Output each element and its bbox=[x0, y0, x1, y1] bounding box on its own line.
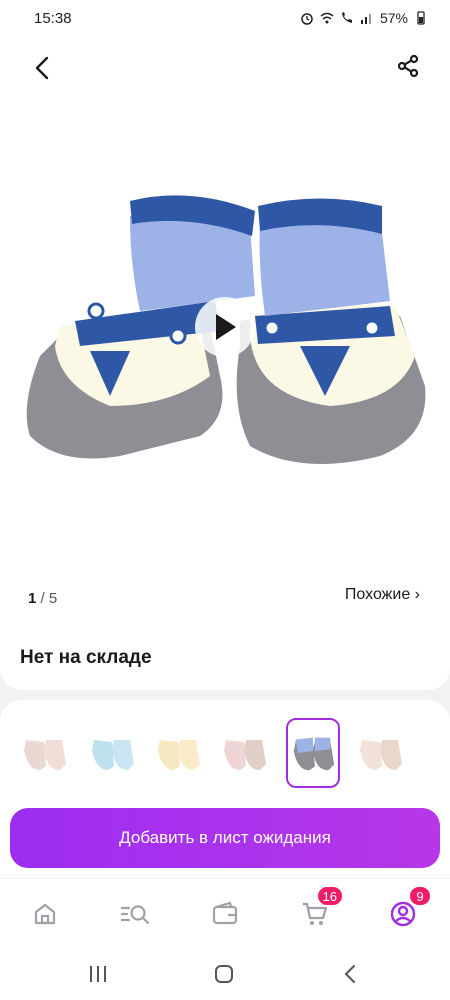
product-info-card: 1 / 5 Похожие › Нет на складе bbox=[0, 558, 450, 690]
status-time: 15:38 bbox=[34, 9, 72, 27]
wifi-icon bbox=[320, 12, 334, 24]
chevron-left-icon bbox=[35, 56, 49, 80]
status-bar: 15:38 57% bbox=[0, 0, 450, 36]
variant-thumbnail[interactable] bbox=[354, 720, 406, 784]
variant-thumbnail-selected[interactable] bbox=[286, 718, 340, 788]
system-navigation-bar bbox=[0, 944, 450, 1000]
profile-badge: 9 bbox=[408, 885, 432, 907]
nav-wallet[interactable] bbox=[208, 897, 242, 931]
variant-thumbnail[interactable] bbox=[86, 720, 138, 784]
nav-catalog-search[interactable] bbox=[118, 897, 152, 931]
battery-icon bbox=[417, 11, 425, 25]
image-counter-total: / 5 bbox=[40, 590, 58, 607]
search-catalog-icon bbox=[120, 905, 150, 925]
bottom-navigation: 16 9 bbox=[0, 878, 450, 944]
wallet-icon bbox=[212, 901, 238, 925]
nav-cart[interactable]: 16 bbox=[298, 885, 344, 931]
top-bar bbox=[0, 36, 450, 106]
cta-area: Добавить в лист ожидания bbox=[0, 796, 450, 878]
play-icon bbox=[216, 314, 236, 340]
back-system-icon bbox=[344, 965, 355, 983]
nav-home[interactable] bbox=[28, 897, 62, 931]
back-button[interactable] bbox=[26, 52, 58, 84]
home-system-button[interactable] bbox=[212, 962, 236, 986]
variant-thumbnail[interactable] bbox=[152, 720, 204, 784]
recent-apps-button[interactable] bbox=[86, 962, 110, 986]
image-counter-current: 1 bbox=[28, 590, 37, 607]
variant-thumbnail[interactable] bbox=[218, 720, 270, 784]
home-system-icon bbox=[215, 965, 233, 983]
color-variants bbox=[0, 700, 450, 800]
play-video-button[interactable] bbox=[195, 297, 255, 357]
status-icons: 57% bbox=[300, 10, 428, 26]
battery-percent: 57% bbox=[379, 10, 408, 26]
call-icon bbox=[341, 12, 352, 23]
product-image-gallery[interactable] bbox=[0, 106, 450, 558]
variant-thumbnail[interactable] bbox=[18, 720, 70, 784]
nav-profile[interactable]: 9 bbox=[386, 885, 432, 931]
stock-status: Нет на складе bbox=[20, 647, 152, 668]
share-button[interactable] bbox=[392, 50, 424, 82]
recent-apps-icon bbox=[90, 966, 106, 982]
back-system-button[interactable] bbox=[338, 962, 362, 986]
image-counter: 1 / 5 bbox=[28, 590, 57, 607]
cart-badge: 16 bbox=[315, 885, 344, 907]
home-icon bbox=[34, 903, 56, 925]
add-to-waitlist-button[interactable]: Добавить в лист ожидания bbox=[10, 808, 440, 868]
similar-link[interactable]: Похожие › bbox=[345, 586, 420, 604]
signal-icon bbox=[360, 14, 371, 24]
alarm-icon bbox=[301, 13, 313, 25]
share-icon bbox=[397, 54, 419, 78]
